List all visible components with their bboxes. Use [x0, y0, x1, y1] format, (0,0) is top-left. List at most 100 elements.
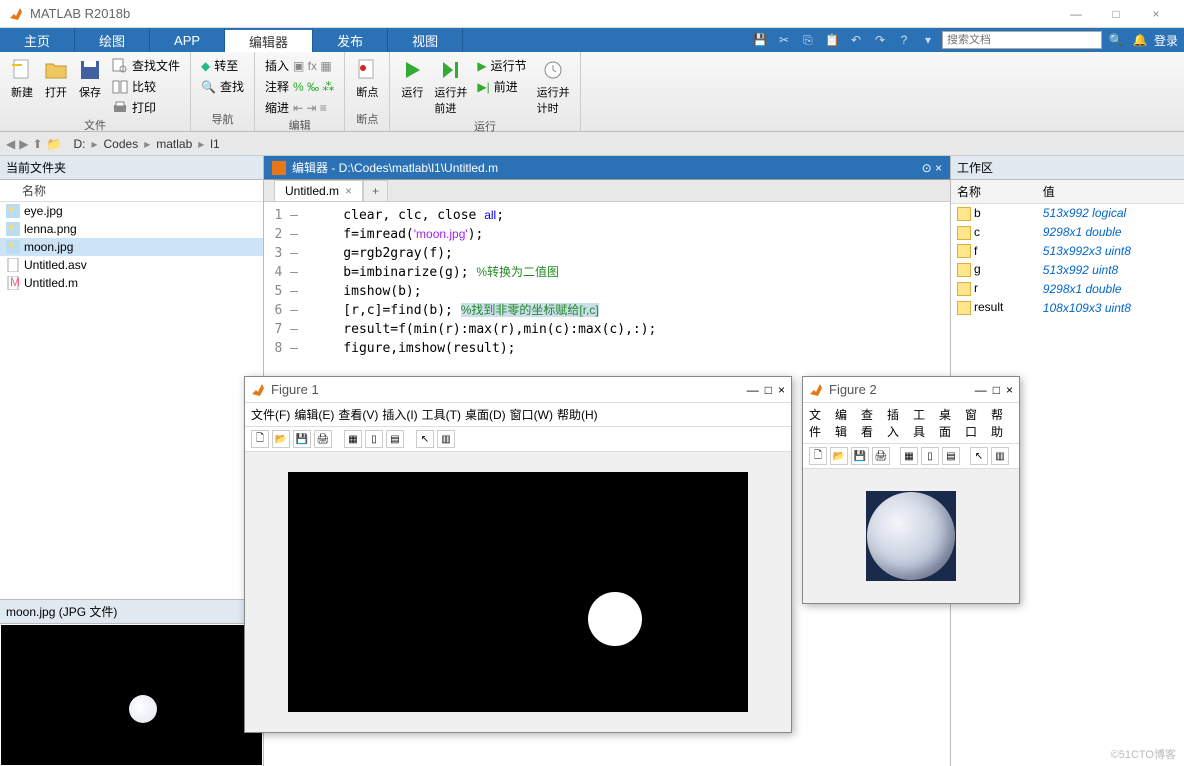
add-tab-button[interactable]: +	[363, 180, 388, 201]
copy-icon[interactable]: ⎘	[798, 30, 818, 50]
comment-button[interactable]: 注释 % ‰ ⁂	[263, 77, 336, 96]
menu-tools[interactable]: 工具	[913, 406, 935, 440]
fig-close-button[interactable]: ×	[1006, 383, 1013, 397]
help-icon[interactable]: ?	[894, 30, 914, 50]
run-section-button[interactable]: ▶运行节	[475, 56, 528, 75]
print-fig-icon[interactable]: 🖨	[872, 447, 890, 465]
tab-app[interactable]: APP	[150, 28, 225, 52]
run-button[interactable]: 运行	[398, 56, 426, 102]
minimize-button[interactable]: —	[1056, 0, 1096, 28]
tab-home[interactable]: 主页	[0, 28, 75, 52]
save-fig-icon[interactable]: 💾	[851, 447, 869, 465]
print-button[interactable]: 打印	[110, 98, 182, 117]
menu-tools[interactable]: 工具(T)	[422, 406, 461, 423]
tool-icon[interactable]: ▥	[991, 447, 1009, 465]
figure2-window[interactable]: Figure 2 — □ × 文件 编辑 查看 插入 工具 桌面 窗口 帮助 🗋…	[802, 376, 1020, 604]
search-button-icon[interactable]: 🔍	[1106, 30, 1126, 50]
save-icon[interactable]: 💾	[750, 30, 770, 50]
tab-plot[interactable]: 绘图	[75, 28, 150, 52]
tab-publish[interactable]: 发布	[313, 28, 388, 52]
menu-insert[interactable]: 插入(I)	[382, 406, 417, 423]
login-link[interactable]: 登录	[1154, 32, 1178, 49]
workspace-row[interactable]: f513x992x3 uint8	[951, 242, 1184, 261]
menu-insert[interactable]: 插入	[887, 406, 909, 440]
back-button[interactable]: ◀	[6, 137, 15, 151]
menu-window[interactable]: 窗口(W)	[510, 406, 553, 423]
tool-icon[interactable]: ▯	[365, 430, 383, 448]
fig-max-button[interactable]: □	[993, 383, 1000, 397]
find-files-button[interactable]: 查找文件	[110, 56, 182, 75]
tool-icon[interactable]: ▤	[942, 447, 960, 465]
file-item[interactable]: Untitled.asv	[0, 256, 263, 274]
breadcrumb[interactable]: D:▸ Codes▸ matlab▸ l1	[73, 137, 219, 151]
new-fig-icon[interactable]: 🗋	[809, 447, 827, 465]
run-time-button[interactable]: 运行并 计时	[535, 56, 572, 118]
menu-desktop[interactable]: 桌面	[939, 406, 961, 440]
tool-icon[interactable]: ▯	[921, 447, 939, 465]
tool-icon[interactable]: ▦	[344, 430, 362, 448]
editor-dock-icon[interactable]: ⊙ ×	[922, 161, 942, 175]
file-item[interactable]: lenna.png	[0, 220, 263, 238]
workspace-row[interactable]: g513x992 uint8	[951, 260, 1184, 279]
tab-view[interactable]: 视图	[388, 28, 463, 52]
tab-editor[interactable]: 编辑器	[225, 28, 313, 52]
search-input[interactable]	[947, 34, 1097, 46]
cursor-icon[interactable]: ↖	[970, 447, 988, 465]
close-tab-icon[interactable]: ×	[345, 184, 352, 198]
menu-view[interactable]: 查看(V)	[338, 406, 378, 423]
fig-max-button[interactable]: □	[765, 383, 772, 397]
file-item[interactable]: moon.jpg	[0, 238, 263, 256]
paste-icon[interactable]: 📋	[822, 30, 842, 50]
menu-file[interactable]: 文件	[809, 406, 831, 440]
menu-view[interactable]: 查看	[861, 406, 883, 440]
save-fig-icon[interactable]: 💾	[293, 430, 311, 448]
redo-icon[interactable]: ↷	[870, 30, 890, 50]
figure2-titlebar[interactable]: Figure 2 — □ ×	[803, 377, 1019, 403]
close-button[interactable]: ×	[1136, 0, 1176, 28]
bell-icon[interactable]: 🔔	[1130, 30, 1150, 50]
name-column[interactable]: 名称	[22, 182, 46, 199]
menu-file[interactable]: 文件(F)	[251, 406, 290, 423]
menu-window[interactable]: 窗口	[965, 406, 987, 440]
open-fig-icon[interactable]: 📂	[272, 430, 290, 448]
cut-icon[interactable]: ✂	[774, 30, 794, 50]
open-button[interactable]: 打开	[42, 56, 70, 102]
forward-button[interactable]: ▶	[19, 137, 28, 151]
workspace-row[interactable]: c9298x1 double	[951, 223, 1184, 242]
menu-help[interactable]: 帮助(H)	[557, 406, 598, 423]
figure1-titlebar[interactable]: Figure 1 — □ ×	[245, 377, 791, 403]
save-button[interactable]: 保存	[76, 56, 104, 102]
open-fig-icon[interactable]: 📂	[830, 447, 848, 465]
file-item[interactable]: eye.jpg	[0, 202, 263, 220]
indent-button[interactable]: 缩进 ⇤ ⇥ ≡	[263, 98, 336, 117]
new-fig-icon[interactable]: 🗋	[251, 430, 269, 448]
workspace-row[interactable]: b513x992 logical	[951, 204, 1184, 223]
menu-desktop[interactable]: 桌面(D)	[465, 406, 506, 423]
ws-col-value[interactable]: 值	[1037, 180, 1184, 204]
run-advance-button[interactable]: 运行并 前进	[432, 56, 469, 118]
cursor-icon[interactable]: ↖	[416, 430, 434, 448]
tool-icon[interactable]: ▥	[437, 430, 455, 448]
goto-button[interactable]: ◆转至	[199, 56, 246, 75]
up-button[interactable]: ⬆	[32, 137, 42, 151]
advance-button[interactable]: ▶|前进	[475, 77, 528, 96]
workspace-row[interactable]: r9298x1 double	[951, 279, 1184, 298]
search-docs[interactable]	[942, 31, 1102, 49]
ws-col-name[interactable]: 名称	[951, 180, 1037, 204]
workspace-row[interactable]: result108x109x3 uint8	[951, 298, 1184, 317]
insert-button[interactable]: 插入 ▣ fx ▦	[263, 56, 336, 75]
undo-icon[interactable]: ↶	[846, 30, 866, 50]
dropdown-icon[interactable]: ▾	[918, 30, 938, 50]
maximize-button[interactable]: □	[1096, 0, 1136, 28]
new-button[interactable]: 新建	[8, 56, 36, 102]
fig-min-button[interactable]: —	[747, 383, 759, 397]
editor-tab[interactable]: Untitled.m×	[274, 180, 363, 201]
menu-edit[interactable]: 编辑(E)	[294, 406, 334, 423]
menu-help[interactable]: 帮助	[991, 406, 1013, 440]
figure1-window[interactable]: Figure 1 — □ × 文件(F) 编辑(E) 查看(V) 插入(I) 工…	[244, 376, 792, 733]
tool-icon[interactable]: ▦	[900, 447, 918, 465]
breakpoint-button[interactable]: 断点	[353, 56, 381, 102]
menu-edit[interactable]: 编辑	[835, 406, 857, 440]
find-button[interactable]: 🔍查找	[199, 77, 246, 96]
file-item[interactable]: MUntitled.m	[0, 274, 263, 292]
